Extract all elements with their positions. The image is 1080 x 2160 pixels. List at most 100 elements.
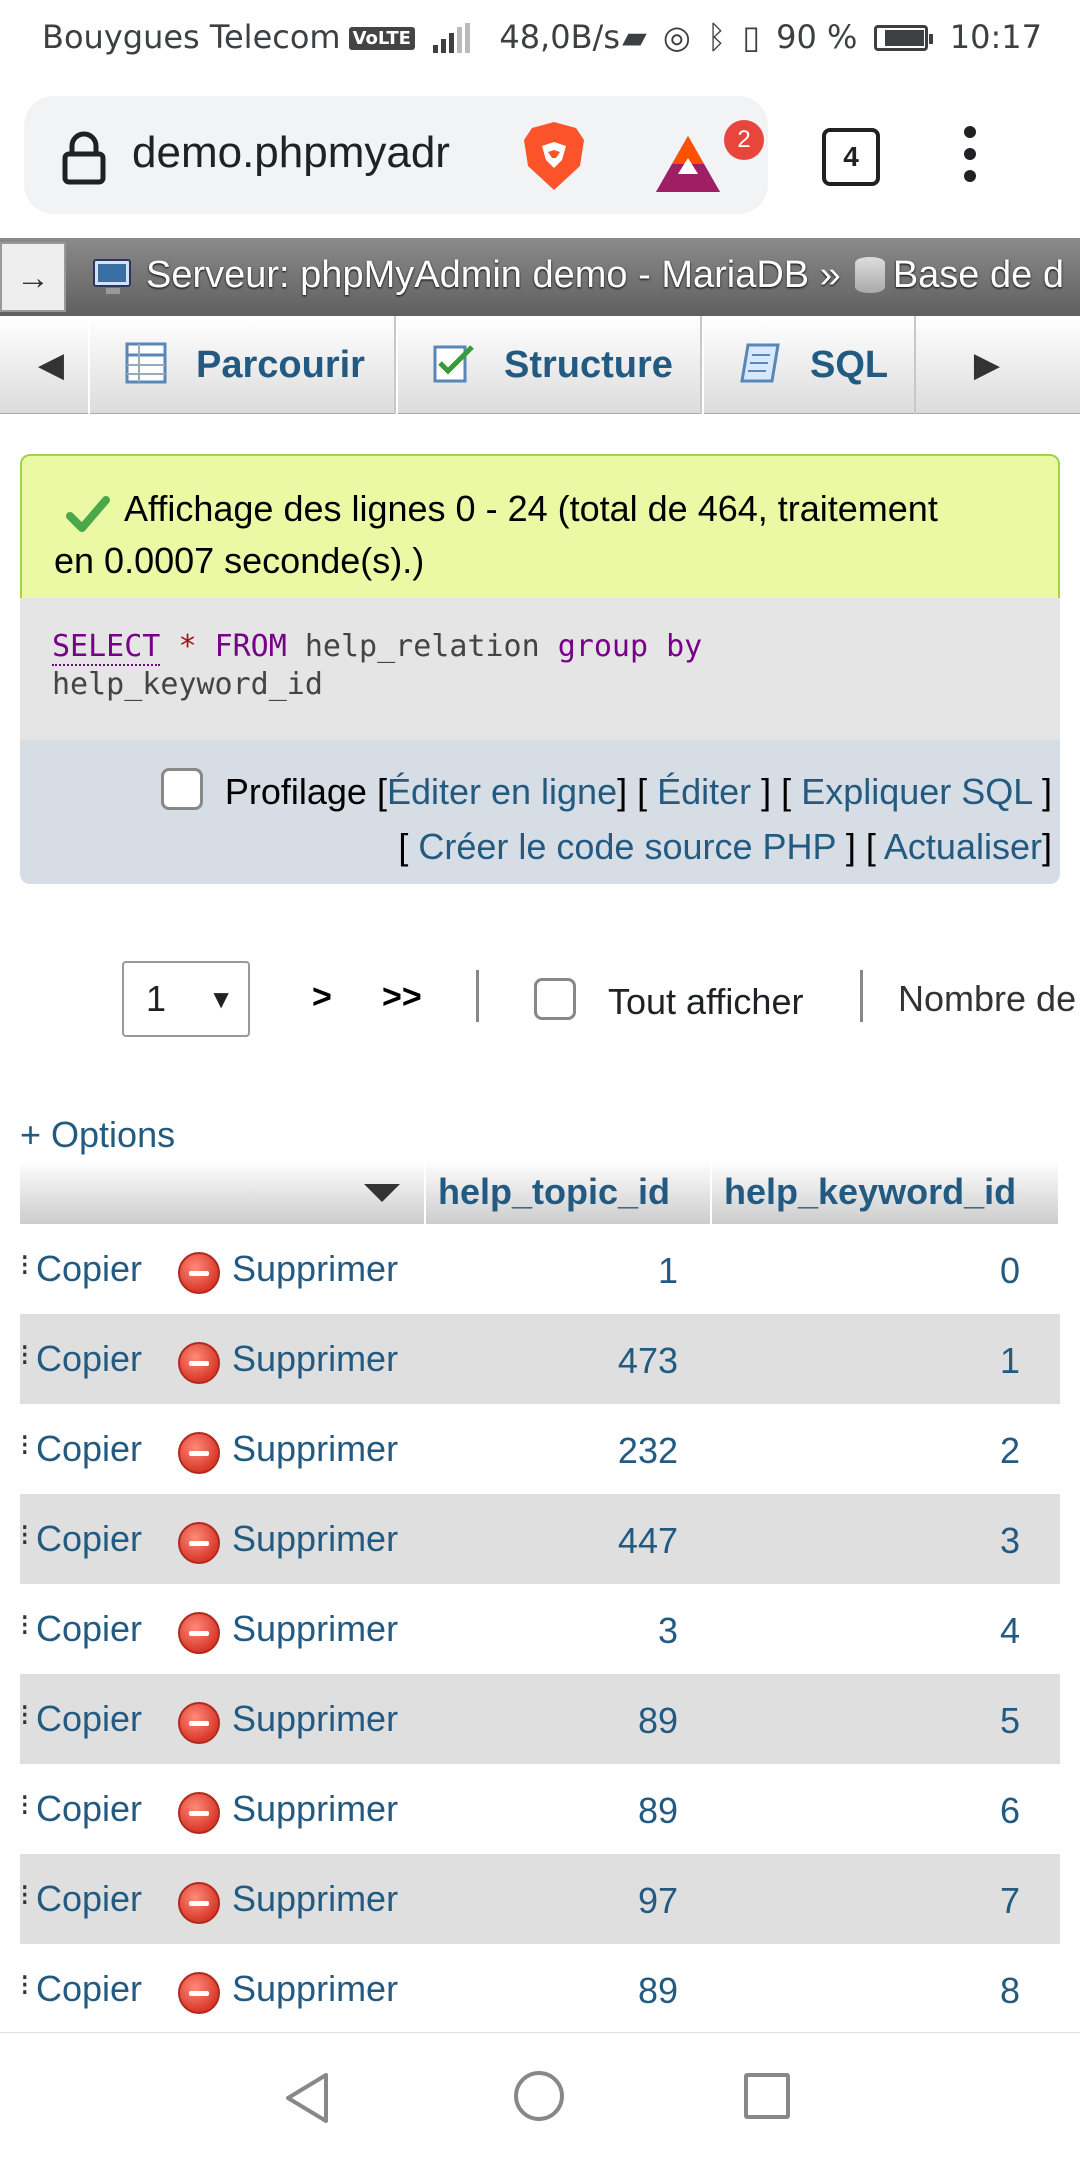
- copy-link[interactable]: Copier: [36, 1608, 142, 1650]
- drag-handle-icon[interactable]: ⁝: [20, 1878, 30, 1913]
- result-rows: ⁝ Copier Supprimer 1 0 ⁝ Copier Supprimer 473 1 ⁝ C…: [20, 1224, 1060, 2034]
- sql-scroll-icon: [740, 343, 780, 383]
- lock-icon: [62, 131, 106, 185]
- server-icon: [93, 259, 131, 294]
- delete-icon[interactable]: [178, 1522, 220, 1564]
- drag-handle-icon[interactable]: ⁝: [20, 1518, 30, 1553]
- delete-icon[interactable]: [178, 1612, 220, 1654]
- dropdown-caret-icon: ▼: [208, 984, 234, 1014]
- cell-help-keyword-id[interactable]: 6: [1000, 1790, 1020, 1832]
- cell-help-topic-id[interactable]: 232: [618, 1430, 678, 1472]
- success-text-line1: Affichage des lignes 0 - 24 (total de 46…: [124, 488, 938, 529]
- copy-link[interactable]: Copier: [36, 1248, 142, 1290]
- recent-apps-icon[interactable]: [744, 2073, 790, 2119]
- delete-link[interactable]: Supprimer: [232, 1248, 398, 1290]
- drag-handle-icon[interactable]: ⁝: [20, 1968, 30, 2003]
- delete-icon[interactable]: [178, 1882, 220, 1924]
- tab-sql[interactable]: SQL: [702, 316, 916, 414]
- delete-icon[interactable]: [178, 1792, 220, 1834]
- copy-link[interactable]: Copier: [36, 1338, 142, 1380]
- next-page-button[interactable]: >: [312, 978, 332, 1017]
- column-header-help-topic-id[interactable]: help_topic_id: [426, 1160, 712, 1224]
- delete-icon[interactable]: [178, 1702, 220, 1744]
- show-all[interactable]: Tout afficher: [534, 978, 803, 1023]
- tab-browse[interactable]: Parcourir: [88, 316, 396, 414]
- browser-toolbar: demo.phpmyadr 2 4: [0, 76, 1080, 236]
- cell-help-topic-id[interactable]: 3: [658, 1610, 678, 1652]
- sql-groupby-keyword: group by: [557, 629, 703, 664]
- cell-help-keyword-id[interactable]: 8: [1000, 1970, 1020, 2012]
- home-icon[interactable]: [514, 2071, 564, 2121]
- breadcrumb-server[interactable]: Serveur: phpMyAdmin demo - MariaDB »: [146, 254, 841, 296]
- create-php-code-link[interactable]: Créer le code source PHP: [418, 826, 836, 867]
- tab-structure[interactable]: Structure: [396, 316, 702, 414]
- show-all-label: Tout afficher: [608, 981, 804, 1022]
- server-breadcrumb: → Serveur: phpMyAdmin demo - MariaDB » Ba…: [0, 238, 1080, 316]
- tab-switcher-button[interactable]: 4: [822, 128, 880, 186]
- sort-caret-icon[interactable]: [364, 1184, 400, 1202]
- nav-toggle-button[interactable]: →: [0, 242, 66, 312]
- brave-shield-icon[interactable]: [514, 116, 594, 196]
- edit-inline-link[interactable]: Éditer en ligne: [387, 771, 617, 812]
- cell-help-keyword-id[interactable]: 3: [1000, 1520, 1020, 1562]
- system-navigation-bar: [0, 2032, 1080, 2160]
- copy-link[interactable]: Copier: [36, 1698, 142, 1740]
- profiling-checkbox[interactable]: [160, 768, 203, 810]
- cell-help-topic-id[interactable]: 473: [618, 1340, 678, 1382]
- show-all-checkbox[interactable]: [534, 978, 576, 1020]
- drag-handle-icon[interactable]: ⁝: [20, 1608, 30, 1643]
- copy-link[interactable]: Copier: [36, 1968, 142, 2010]
- delete-icon[interactable]: [178, 1342, 220, 1384]
- scroll-left-icon[interactable]: ◀: [16, 316, 86, 414]
- cell-help-topic-id[interactable]: 97: [638, 1880, 678, 1922]
- delete-icon[interactable]: [178, 1432, 220, 1474]
- delete-link[interactable]: Supprimer: [232, 1428, 398, 1470]
- cell-help-topic-id[interactable]: 89: [638, 1970, 678, 2012]
- address-bar[interactable]: demo.phpmyadr 2: [24, 96, 768, 214]
- cell-help-topic-id[interactable]: 89: [638, 1790, 678, 1832]
- cell-help-topic-id[interactable]: 447: [618, 1520, 678, 1562]
- cell-help-keyword-id[interactable]: 5: [1000, 1700, 1020, 1742]
- delete-icon[interactable]: [178, 1252, 220, 1294]
- drag-handle-icon[interactable]: ⁝: [20, 1338, 30, 1373]
- cell-help-topic-id[interactable]: 89: [638, 1700, 678, 1742]
- cell-help-keyword-id[interactable]: 0: [1000, 1250, 1020, 1292]
- last-page-button[interactable]: >>: [382, 978, 422, 1017]
- column-header-help-keyword-id[interactable]: help_keyword_id: [712, 1160, 1060, 1224]
- copy-link[interactable]: Copier: [36, 1878, 142, 1920]
- drag-handle-icon[interactable]: ⁝: [20, 1248, 30, 1283]
- page-select[interactable]: 1 ▼: [122, 961, 250, 1037]
- refresh-link[interactable]: Actualiser: [884, 826, 1042, 867]
- cell-help-keyword-id[interactable]: 4: [1000, 1610, 1020, 1652]
- drag-handle-icon[interactable]: ⁝: [20, 1788, 30, 1823]
- cell-help-keyword-id[interactable]: 1: [1000, 1340, 1020, 1382]
- scroll-right-icon[interactable]: ▶: [952, 316, 1022, 414]
- delete-link[interactable]: Supprimer: [232, 1518, 398, 1560]
- delete-link[interactable]: Supprimer: [232, 1968, 398, 2010]
- cell-help-keyword-id[interactable]: 2: [1000, 1430, 1020, 1472]
- sql-select-keyword[interactable]: SELECT: [52, 629, 161, 666]
- copy-link[interactable]: Copier: [36, 1788, 142, 1830]
- options-link[interactable]: + Options: [20, 1114, 175, 1156]
- delete-link[interactable]: Supprimer: [232, 1338, 398, 1380]
- cell-help-topic-id[interactable]: 1: [658, 1250, 678, 1292]
- explain-sql-link[interactable]: Expliquer SQL: [801, 771, 1032, 812]
- battery-percent: 90 %: [776, 18, 858, 56]
- edit-link[interactable]: Éditer: [657, 771, 751, 812]
- copy-link[interactable]: Copier: [36, 1518, 142, 1560]
- delete-link[interactable]: Supprimer: [232, 1788, 398, 1830]
- delete-link[interactable]: Supprimer: [232, 1878, 398, 1920]
- drag-handle-icon[interactable]: ⁝: [20, 1698, 30, 1733]
- structure-icon: [433, 345, 474, 383]
- browser-menu-icon[interactable]: [950, 120, 990, 200]
- table-row: ⁝ Copier Supprimer 89 6: [20, 1764, 1060, 1854]
- breadcrumb-database[interactable]: Base de d: [893, 254, 1064, 296]
- delete-link[interactable]: Supprimer: [232, 1698, 398, 1740]
- cell-help-keyword-id[interactable]: 7: [1000, 1880, 1020, 1922]
- delete-link[interactable]: Supprimer: [232, 1608, 398, 1650]
- copy-link[interactable]: Copier: [36, 1428, 142, 1470]
- drag-handle-icon[interactable]: ⁝: [20, 1428, 30, 1463]
- back-icon[interactable]: [282, 2071, 332, 2125]
- table-row: ⁝ Copier Supprimer 89 5: [20, 1674, 1060, 1764]
- delete-icon[interactable]: [178, 1972, 220, 2014]
